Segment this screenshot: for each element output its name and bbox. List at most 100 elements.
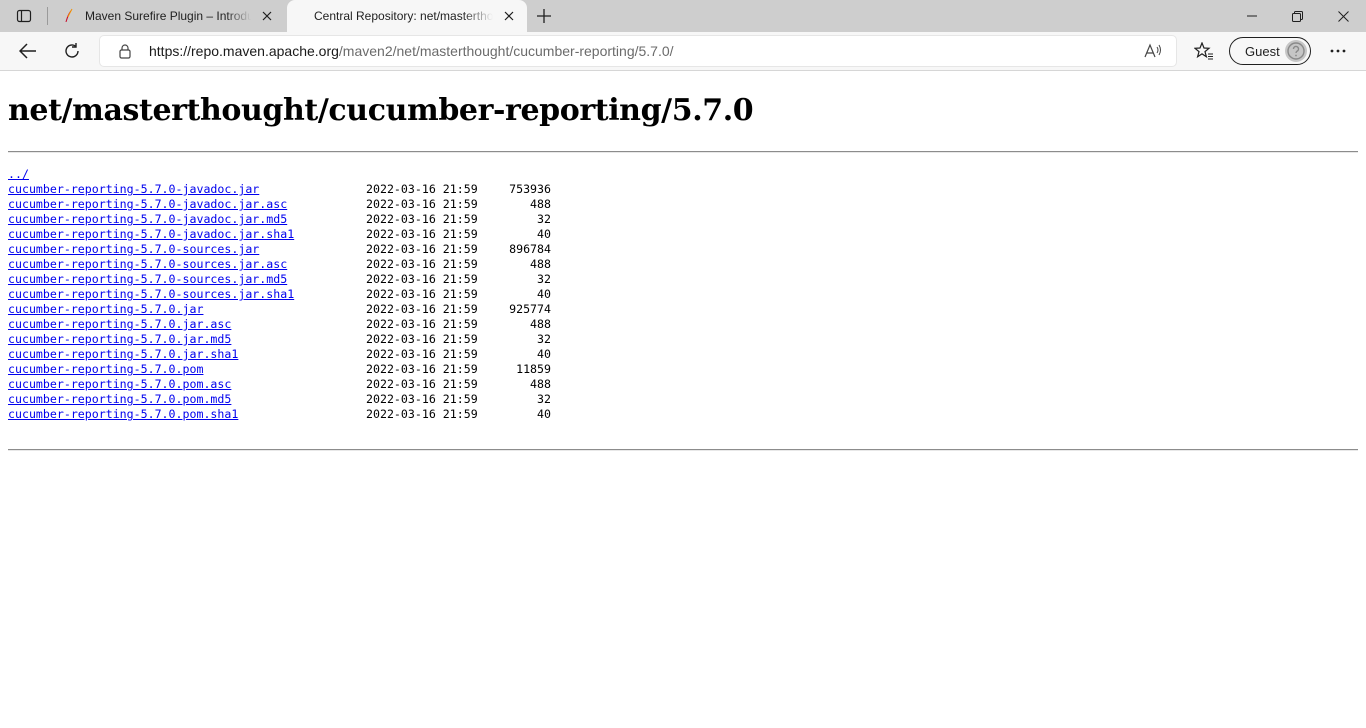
file-row: cucumber-reporting-5.7.0-javadoc.jar.md5…: [8, 212, 551, 227]
file-row: cucumber-reporting-5.7.0-sources.jar 2022…: [8, 242, 551, 257]
file-link[interactable]: cucumber-reporting-5.7.0.jar.asc: [8, 317, 231, 331]
file-size: 40: [537, 227, 551, 241]
new-tab-button[interactable]: [531, 4, 557, 28]
file-date: 2022-03-16 21:59: [366, 302, 478, 316]
refresh-icon: [65, 43, 79, 58]
file-row: cucumber-reporting-5.7.0.jar.sha1 2022-03…: [8, 347, 551, 362]
profile-button[interactable]: Guest: [1229, 37, 1311, 65]
file-size: 488: [530, 377, 551, 391]
minimize-button[interactable]: [1229, 0, 1275, 32]
file-row: cucumber-reporting-5.7.0-javadoc.jar 2022…: [8, 182, 551, 197]
file-row: cucumber-reporting-5.7.0-sources.jar.sha…: [8, 287, 551, 302]
read-aloud-icon: [1144, 43, 1161, 58]
file-size: 488: [530, 197, 551, 211]
file-size: 40: [537, 407, 551, 421]
file-date: 2022-03-16 21:59: [366, 377, 478, 391]
file-name-cell: cucumber-reporting-5.7.0.jar.sha1: [8, 347, 366, 362]
file-row: cucumber-reporting-5.7.0-sources.jar.asc…: [8, 257, 551, 272]
file-date: 2022-03-16 21:59: [366, 332, 478, 346]
file-link[interactable]: cucumber-reporting-5.7.0.pom: [8, 362, 203, 376]
file-link[interactable]: cucumber-reporting-5.7.0.jar: [8, 302, 203, 316]
file-link[interactable]: cucumber-reporting-5.7.0-sources.jar.asc: [8, 257, 287, 271]
file-row: cucumber-reporting-5.7.0.jar 2022-03-16 2…: [8, 302, 551, 317]
file-row: cucumber-reporting-5.7.0.jar.asc 2022-03-…: [8, 317, 551, 332]
file-size: 753936: [509, 182, 551, 196]
file-date: 2022-03-16 21:59: [366, 197, 478, 211]
file-link[interactable]: cucumber-reporting-5.7.0.pom.asc: [8, 377, 231, 391]
file-size: 40: [537, 287, 551, 301]
file-link[interactable]: cucumber-reporting-5.7.0-javadoc.jar.sha…: [8, 227, 294, 241]
file-link[interactable]: cucumber-reporting-5.7.0-sources.jar: [8, 242, 259, 256]
file-link[interactable]: cucumber-reporting-5.7.0.jar.md5: [8, 332, 231, 346]
url-path: /maven2/net/masterthought/cucumber-repor…: [338, 43, 674, 59]
file-link[interactable]: cucumber-reporting-5.7.0.pom.sha1: [8, 407, 238, 421]
plus-icon: [537, 9, 551, 23]
restore-icon: [1291, 10, 1303, 22]
url-text[interactable]: https://repo.maven.apache.org/maven2/net…: [149, 43, 674, 59]
file-date: 2022-03-16 21:59: [366, 242, 478, 256]
tab-actions-icon: [16, 9, 32, 23]
file-name-cell: cucumber-reporting-5.7.0.pom: [8, 362, 366, 377]
bottom-divider: [8, 449, 1358, 451]
close-tab-icon[interactable]: [255, 4, 279, 28]
file-link[interactable]: cucumber-reporting-5.7.0-sources.jar.sha…: [8, 287, 294, 301]
file-name-cell: cucumber-reporting-5.7.0-javadoc.jar.asc: [8, 197, 366, 212]
file-name-cell: cucumber-reporting-5.7.0.pom.md5: [8, 392, 366, 407]
close-tab-icon[interactable]: [497, 4, 521, 28]
file-size: 11859: [516, 362, 551, 376]
parent-directory-row: ../: [8, 167, 551, 182]
file-name-cell: cucumber-reporting-5.7.0.pom.asc: [8, 377, 366, 392]
file-size: 488: [530, 257, 551, 271]
close-icon: [1337, 10, 1349, 22]
file-name-cell: cucumber-reporting-5.7.0.pom.sha1: [8, 407, 366, 422]
file-date: 2022-03-16 21:59: [366, 392, 478, 406]
file-size: 896784: [509, 242, 551, 256]
restore-button[interactable]: [1274, 0, 1320, 32]
tab-title: Central Repository: net/masterthought/cu…: [314, 9, 493, 23]
file-name-cell: cucumber-reporting-5.7.0.jar.asc: [8, 317, 366, 332]
file-name-cell: cucumber-reporting-5.7.0-sources.jar: [8, 242, 366, 257]
file-date: 2022-03-16 21:59: [366, 257, 478, 271]
file-size: 32: [537, 392, 551, 406]
feather-icon: [61, 8, 77, 24]
page-content: net/masterthought/cucumber-reporting/5.7…: [0, 71, 1366, 728]
file-row: cucumber-reporting-5.7.0.jar.md5 2022-03-…: [8, 332, 551, 347]
tab-strip: Maven Surefire Plugin – Introduction Cen…: [0, 0, 1366, 32]
file-date: 2022-03-16 21:59: [366, 362, 478, 376]
file-row: cucumber-reporting-5.7.0.pom.sha1 2022-03…: [8, 407, 551, 422]
file-link[interactable]: cucumber-reporting-5.7.0-javadoc.jar: [8, 182, 259, 196]
favorites-star-icon: [1194, 42, 1213, 60]
read-aloud-button[interactable]: [1142, 41, 1164, 61]
file-link[interactable]: cucumber-reporting-5.7.0.pom.md5: [8, 392, 231, 406]
file-link[interactable]: cucumber-reporting-5.7.0-sources.jar.md5: [8, 272, 287, 286]
file-date: 2022-03-16 21:59: [366, 407, 478, 421]
parent-directory-link[interactable]: ../: [8, 167, 29, 182]
tab-central-repository[interactable]: Central Repository: net/masterthought/cu…: [287, 0, 527, 32]
file-date: 2022-03-16 21:59: [366, 287, 478, 301]
url-host: https://repo.maven.apache.org: [149, 43, 339, 59]
browser-toolbar: https://repo.maven.apache.org/maven2/net…: [0, 32, 1366, 71]
refresh-button[interactable]: [56, 35, 88, 67]
file-size: 488: [530, 317, 551, 331]
address-bar[interactable]: https://repo.maven.apache.org/maven2/net…: [100, 36, 1176, 66]
file-listing: ../ cucumber-reporting-5.7.0-javadoc.jar…: [8, 167, 551, 422]
more-dots-icon: [1330, 49, 1346, 53]
guest-avatar-icon: [1285, 40, 1307, 62]
close-window-button[interactable]: [1320, 0, 1366, 32]
file-name-cell: cucumber-reporting-5.7.0-sources.jar.sha…: [8, 287, 366, 302]
lock-icon[interactable]: [117, 43, 133, 59]
file-name-cell: cucumber-reporting-5.7.0-javadoc.jar: [8, 182, 366, 197]
back-button[interactable]: [12, 35, 44, 67]
file-link[interactable]: cucumber-reporting-5.7.0-javadoc.jar.asc: [8, 197, 287, 211]
file-date: 2022-03-16 21:59: [366, 182, 478, 196]
file-size: 32: [537, 272, 551, 286]
file-link[interactable]: cucumber-reporting-5.7.0.jar.sha1: [8, 347, 238, 361]
tab-separator: [47, 7, 48, 25]
tab-actions-button[interactable]: [10, 4, 38, 28]
file-row: cucumber-reporting-5.7.0.pom 2022-03-16 2…: [8, 362, 551, 377]
file-row: cucumber-reporting-5.7.0-sources.jar.md5…: [8, 272, 551, 287]
favorites-button[interactable]: [1188, 35, 1220, 67]
tab-maven-surefire[interactable]: Maven Surefire Plugin – Introduction: [52, 0, 285, 32]
file-link[interactable]: cucumber-reporting-5.7.0-javadoc.jar.md5: [8, 212, 287, 226]
settings-more-button[interactable]: [1322, 35, 1354, 67]
